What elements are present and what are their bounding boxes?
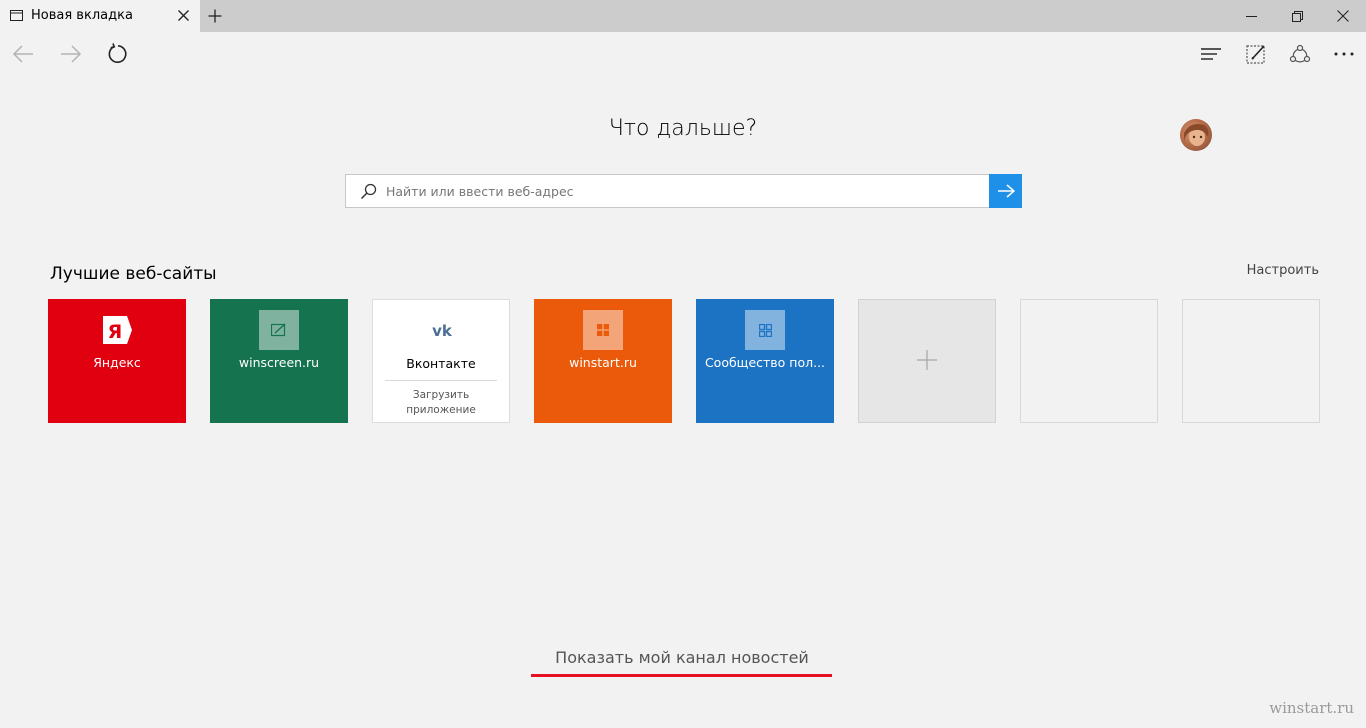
search-icon bbox=[360, 183, 377, 200]
plus-icon bbox=[917, 350, 937, 370]
restore-icon bbox=[1291, 10, 1303, 22]
avatar[interactable] bbox=[1180, 119, 1212, 151]
refresh-button[interactable] bbox=[106, 42, 130, 66]
title-bar: Новая вкладка bbox=[0, 0, 1366, 32]
svg-text:vk: vk bbox=[432, 322, 453, 340]
tile-label: winscreen.ru bbox=[238, 355, 320, 370]
page-heading: Что дальше? bbox=[608, 116, 758, 141]
tile-subtitle[interactable]: Загрузить приложение bbox=[385, 380, 497, 418]
tile-yandex[interactable]: Я Яндекс bbox=[48, 299, 186, 423]
arrow-left-icon bbox=[12, 45, 33, 63]
back-button[interactable] bbox=[11, 42, 35, 66]
svg-text:Я: Я bbox=[108, 321, 123, 343]
watermark: winstart.ru bbox=[1269, 699, 1354, 717]
refresh-icon bbox=[108, 43, 127, 63]
tile-vkontakte[interactable]: vk Вконтакте Загрузить приложение bbox=[372, 299, 510, 423]
close-tab-icon[interactable] bbox=[177, 9, 190, 22]
minimize-icon bbox=[1245, 15, 1257, 17]
web-note-icon bbox=[1246, 45, 1265, 64]
add-site-tile[interactable] bbox=[858, 299, 996, 423]
show-news-feed-link[interactable]: Показать мой канал новостей bbox=[531, 648, 833, 667]
vk-icon: vk bbox=[422, 311, 462, 351]
empty-tile[interactable] bbox=[1182, 299, 1320, 423]
yandex-icon: Я bbox=[97, 310, 137, 350]
search-box[interactable] bbox=[345, 174, 1022, 208]
tile-label: Вконтакте bbox=[406, 356, 476, 371]
web-note-button[interactable] bbox=[1244, 42, 1268, 66]
arrow-right-icon bbox=[997, 184, 1015, 198]
search-input[interactable] bbox=[386, 175, 986, 207]
share-icon bbox=[1289, 44, 1311, 63]
hub-icon bbox=[1201, 48, 1221, 60]
forward-button[interactable] bbox=[59, 42, 83, 66]
tab-new-tab[interactable]: Новая вкладка bbox=[0, 0, 200, 32]
avatar-image bbox=[1184, 124, 1209, 146]
empty-tile[interactable] bbox=[1020, 299, 1158, 423]
top-sites-title: Лучшие веб-сайты bbox=[50, 264, 217, 284]
arrow-right-icon bbox=[61, 45, 82, 63]
new-tab-icon[interactable] bbox=[207, 8, 223, 24]
windows-grid-icon bbox=[745, 310, 785, 350]
hub-button[interactable] bbox=[1199, 42, 1223, 66]
more-button[interactable] bbox=[1332, 42, 1356, 66]
more-icon bbox=[1334, 52, 1354, 56]
tab-title: Новая вкладка bbox=[31, 8, 133, 23]
tile-label: winstart.ru bbox=[569, 355, 637, 370]
tile-label: Яндекс bbox=[93, 355, 141, 370]
search-go-button[interactable] bbox=[989, 174, 1022, 208]
tile-community[interactable]: Сообщество пол... bbox=[696, 299, 834, 423]
minimize-button[interactable] bbox=[1228, 0, 1274, 32]
page-icon bbox=[10, 10, 23, 21]
tile-winscreen[interactable]: winscreen.ru bbox=[210, 299, 348, 423]
tile-winstart[interactable]: winstart.ru bbox=[534, 299, 672, 423]
tile-label: Сообщество пол... bbox=[704, 355, 826, 370]
news-link-underline bbox=[531, 674, 832, 677]
navigation-toolbar bbox=[0, 32, 1366, 76]
winscreen-icon bbox=[259, 310, 299, 350]
close-window-button[interactable] bbox=[1320, 0, 1366, 32]
restore-button[interactable] bbox=[1274, 0, 1320, 32]
close-icon bbox=[1337, 10, 1349, 22]
share-button[interactable] bbox=[1288, 42, 1312, 66]
customize-link[interactable]: Настроить bbox=[1247, 263, 1319, 278]
windows-logo-icon bbox=[583, 310, 623, 350]
